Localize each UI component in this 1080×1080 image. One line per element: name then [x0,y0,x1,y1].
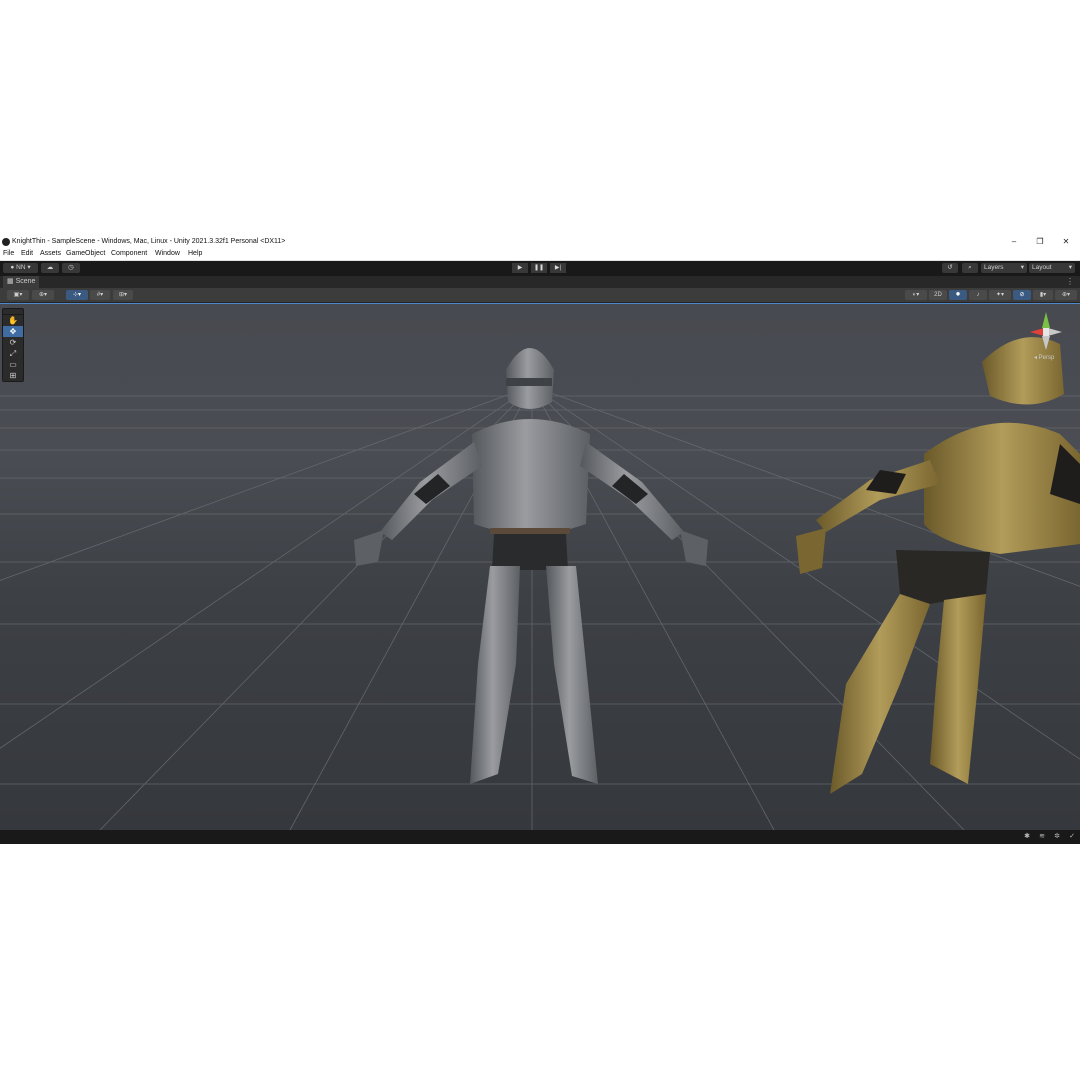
global-local-dropdown[interactable]: ⊕▾ [32,290,54,300]
scene-toolbar: ▣▾ ⊕▾ ⊹▾ #▾ ⊞▾ ◐▾ 2D ✹ ♪ ✦▾ ⊘ ▮▾ ⊕▾ [0,288,1080,303]
orientation-gizmo[interactable]: ◂ Persp [1026,308,1066,361]
status-bar: ✱ ≋ ✲ ✓ [0,830,1080,844]
effects-icon: ✦▾ [995,292,1005,298]
visibility-toggle[interactable]: ⊘ [1013,290,1031,300]
main-toolbar: ● NN ▾ ☁ ◷ ▶ ❚❚ ▶| ↺ ⌕ Layers ▾ Layout ▾ [0,261,1080,275]
hand-tool-icon[interactable]: ✋ [3,315,23,326]
pause-button[interactable]: ❚❚ [531,263,547,273]
chevron-down-icon: ▾ [1068,264,1072,271]
draw-mode-dropdown[interactable]: ▣▾ [7,290,29,300]
move-tool-icon[interactable]: ✥ [3,326,23,337]
scene-viewport[interactable]: ✋ ✥ ⟳ ⤢ ▭ ⊞ ◂ Persp [0,303,1080,831]
bug-icon[interactable]: ✱ [1022,832,1032,842]
history-button[interactable]: ↺ [942,263,958,273]
lighting-toggle[interactable]: ✹ [949,290,967,300]
maximize-button[interactable]: ❐ [1029,236,1051,248]
gizmos-icon: ⊕▾ [1061,292,1071,298]
menu-component[interactable]: Component [111,248,147,260]
history-icon: ↺ [947,264,953,271]
account-icon: ● [10,264,15,271]
sphere-icon: ◐▾ [912,292,920,298]
snap-dropdown[interactable]: ⊹▾ [66,290,88,300]
scene-icon: ▦ [7,278,14,285]
menu-gameobject[interactable]: GameObject [66,248,105,260]
check-icon[interactable]: ✓ [1067,832,1077,842]
snap-icon: ⊹▾ [72,292,82,298]
transform-tool-icon[interactable]: ⊞ [3,370,23,381]
projection-label[interactable]: ◂ Persp [1034,354,1054,361]
rect-tool-icon[interactable]: ▭ [3,359,23,370]
unity-logo-icon [2,238,10,246]
collab-button[interactable]: ◷ [62,263,80,273]
cloud-icon: ☁ [46,264,54,271]
increment-snap-dropdown[interactable]: ⊞▾ [113,290,133,300]
title-bar: KnightThin - SampleScene - Windows, Mac,… [0,236,1080,248]
menu-window[interactable]: Window [155,248,180,260]
menu-help[interactable]: Help [188,248,202,260]
globe-icon: ⊕▾ [38,292,48,298]
close-button[interactable]: ✕ [1055,236,1077,248]
silver-knight-model [354,348,708,784]
gizmos-dropdown[interactable]: ⊕▾ [1055,290,1077,300]
draw-mode-icon: ▣▾ [13,292,23,298]
clock-icon: ◷ [68,264,74,271]
axis-gizmo-icon [1030,312,1062,350]
account-dropdown[interactable]: ● NN ▾ [3,263,38,273]
gold-knight-model [796,337,1080,794]
cloud-button[interactable]: ☁ [41,263,59,273]
audio-icon: ♪ [976,292,980,298]
play-button[interactable]: ▶ [512,263,528,273]
layers-dropdown[interactable]: Layers ▾ [981,263,1027,273]
chevron-down-icon: ▾ [1020,264,1024,271]
minimize-button[interactable]: – [1003,236,1025,248]
tool-palette: ✋ ✥ ⟳ ⤢ ▭ ⊞ [2,308,24,382]
menu-assets[interactable]: Assets [40,248,61,260]
menu-bar: File Edit Assets GameObject Component Wi… [0,248,1080,261]
grid-icon: #▾ [96,292,104,298]
eye-slash-icon: ⊘ [1019,292,1025,298]
tab-scene[interactable]: ▦ Scene [3,276,40,288]
ruler-icon: ⊞▾ [118,292,128,298]
step-button[interactable]: ▶| [550,263,566,273]
camera-icon: ▮▾ [1039,292,1047,298]
menu-file[interactable]: File [3,248,14,260]
unity-editor-window: KnightThin - SampleScene - Windows, Mac,… [0,236,1080,844]
effects-dropdown[interactable]: ✦▾ [989,290,1011,300]
window-title: KnightThin - SampleScene - Windows, Mac,… [12,238,286,245]
rotate-tool-icon[interactable]: ⟳ [3,337,23,348]
grid-dropdown[interactable]: #▾ [90,290,110,300]
lightbulb-icon: ✹ [955,292,961,298]
scene-tab-bar: ▦ Scene ⋮ [0,276,1080,288]
tab-menu-icon[interactable]: ⋮ [1066,276,1074,288]
audio-toggle[interactable]: ♪ [969,290,987,300]
layers-status-icon[interactable]: ≋ [1037,832,1047,842]
scene-render [0,337,1080,830]
menu-edit[interactable]: Edit [21,248,33,260]
scale-tool-icon[interactable]: ⤢ [3,348,23,359]
search-icon: ⌕ [968,264,972,271]
network-icon[interactable]: ✲ [1052,832,1062,842]
shading-mode-dropdown[interactable]: ◐▾ [905,290,927,300]
search-button[interactable]: ⌕ [962,263,978,273]
camera-dropdown[interactable]: ▮▾ [1033,290,1053,300]
layout-dropdown[interactable]: Layout ▾ [1029,263,1075,273]
toggle-2d-button[interactable]: 2D [929,290,947,300]
